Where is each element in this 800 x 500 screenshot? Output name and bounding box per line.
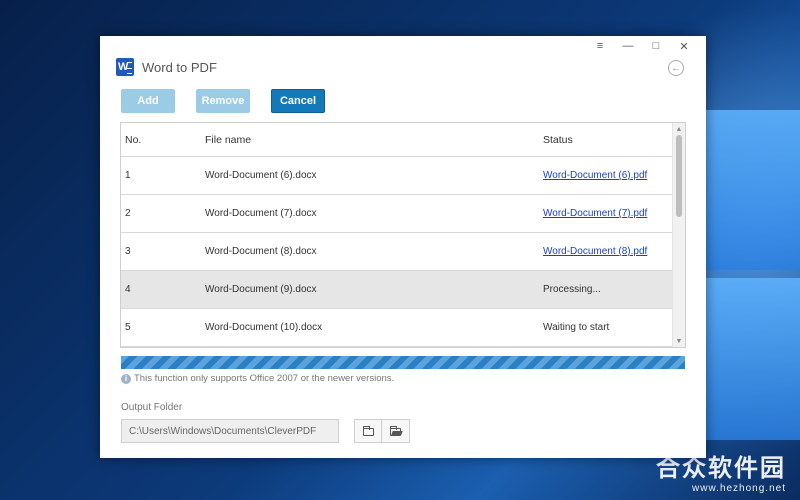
folder-icon [362,426,374,436]
browse-folder-button[interactable] [354,419,382,443]
row-no: 2 [125,208,131,219]
scroll-down-icon[interactable]: ▼ [673,335,685,347]
table-row[interactable]: 3 Word-Document (8).docx Word-Document (… [121,233,673,271]
row-no: 3 [125,246,131,257]
row-status-link[interactable]: Word-Document (6).pdf [543,170,647,181]
windows-logo [706,110,800,440]
row-status: Processing... [543,284,601,295]
output-folder-label: Output Folder [121,402,183,413]
open-folder-button[interactable] [382,419,410,443]
row-file-name: Word-Document (7).docx [205,208,317,219]
row-no: 5 [125,322,131,333]
row-no: 1 [125,170,131,181]
table-row-selected[interactable]: 4 Word-Document (9).docx Processing... [121,271,673,309]
row-no: 4 [125,284,131,295]
table-scrollbar[interactable]: ▲ ▼ [672,123,685,347]
row-status: Waiting to start [543,322,610,333]
maximize-icon[interactable]: □ [642,38,670,54]
header-no: No. [125,133,142,146]
folder-open-icon [390,426,401,436]
folder-buttons [354,419,410,443]
back-arrow-icon[interactable]: ← [668,60,684,76]
cancel-button[interactable]: Cancel [271,89,325,113]
table-header: No. File name Status [121,123,673,157]
toolbar: Add Remove Cancel [121,89,325,113]
row-status-link[interactable]: Word-Document (8).pdf [543,246,647,257]
info-note: i This function only supports Office 200… [121,373,394,384]
header-file-name: File name [205,133,252,146]
output-folder-input[interactable]: C:\Users\Windows\Documents\CleverPDF [121,419,339,443]
row-status-link[interactable]: Word-Document (7).pdf [543,208,647,219]
progress-bar [121,356,685,369]
file-table: No. File name Status 1 Word-Document (6)… [120,122,686,348]
scroll-thumb[interactable] [676,135,682,217]
row-file-name: Word-Document (10).docx [205,322,323,333]
watermark-url: www.hezhong.net [692,483,786,494]
row-file-name: Word-Document (8).docx [205,246,317,257]
remove-button[interactable]: Remove [196,89,250,113]
info-text: This function only supports Office 2007 … [134,373,395,384]
row-file-name: Word-Document (6).docx [205,170,317,181]
scroll-up-icon[interactable]: ▲ [673,123,685,135]
header-status: Status [543,133,573,146]
title-bar: W Word to PDF [116,58,217,76]
window-controls: ≡ — □ ✕ [586,38,698,54]
minimize-icon[interactable]: — [614,38,642,54]
info-icon: i [121,373,131,384]
app-title: Word to PDF [142,59,217,75]
progress-fill [121,356,685,369]
table-row[interactable]: 1 Word-Document (6).docx Word-Document (… [121,157,673,195]
table-row[interactable]: 5 Word-Document (10).docx Waiting to sta… [121,309,673,347]
app-window: ≡ — □ ✕ W Word to PDF ← Add Remove Cance… [100,36,706,458]
close-icon[interactable]: ✕ [670,38,698,54]
table-row[interactable]: 2 Word-Document (7).docx Word-Document (… [121,195,673,233]
menu-icon[interactable]: ≡ [586,38,614,54]
add-button[interactable]: Add [121,89,175,113]
word-icon: W [116,58,134,76]
row-file-name: Word-Document (9).docx [205,284,317,295]
